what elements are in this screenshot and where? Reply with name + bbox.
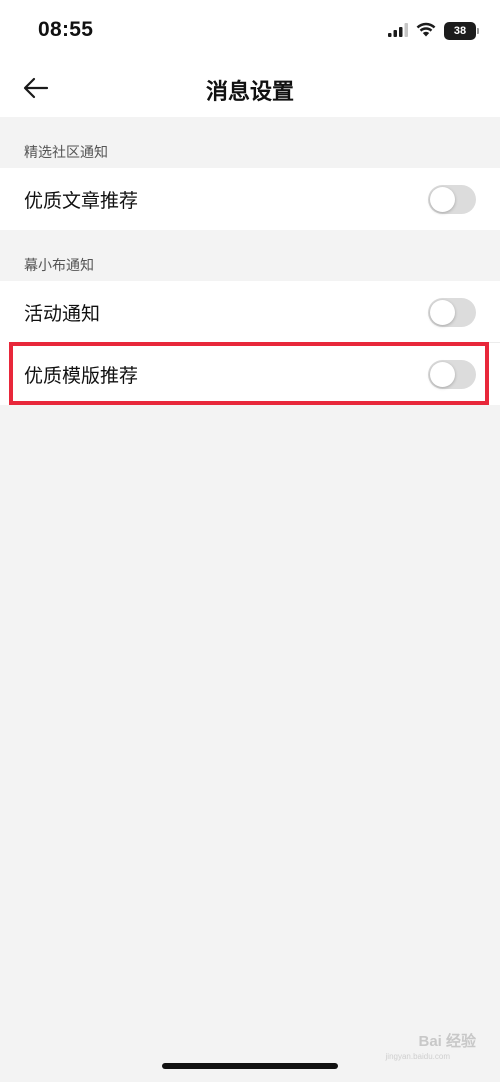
status-bar: 08:55 38 bbox=[0, 0, 500, 62]
toggle-knob bbox=[430, 361, 455, 387]
row-label: 优质模版推荐 bbox=[24, 364, 139, 387]
row-quality-articles: 优质文章推荐 bbox=[0, 168, 500, 230]
watermark-logo: Bai 经验 bbox=[418, 1033, 476, 1050]
section-header-muxiaobu: 幕小布通知 bbox=[24, 258, 94, 274]
status-time: 08:55 bbox=[38, 18, 94, 41]
cellular-signal-icon bbox=[388, 22, 408, 41]
nav-bar: 消息设置 bbox=[0, 62, 500, 117]
toggle-knob bbox=[430, 186, 455, 212]
row-activity-notifications: 活动通知 bbox=[0, 281, 500, 343]
page-title: 消息设置 bbox=[205, 80, 294, 105]
quality-templates-toggle[interactable] bbox=[428, 359, 476, 389]
battery-icon: 38 bbox=[444, 22, 479, 40]
status-icons: 38 bbox=[388, 21, 479, 41]
section-header-featured-community: 精选社区通知 bbox=[24, 145, 108, 161]
home-indicator bbox=[162, 1063, 338, 1069]
quality-articles-toggle[interactable] bbox=[428, 184, 476, 214]
watermark-url: jingyan.baidu.com bbox=[385, 1052, 450, 1061]
row-label: 优质文章推荐 bbox=[24, 189, 139, 212]
row-label: 活动通知 bbox=[24, 302, 101, 325]
row-quality-templates: 优质模版推荐 bbox=[0, 343, 500, 405]
wifi-icon bbox=[416, 22, 436, 41]
activity-notifications-toggle[interactable] bbox=[428, 297, 476, 327]
toggle-knob bbox=[430, 299, 455, 325]
